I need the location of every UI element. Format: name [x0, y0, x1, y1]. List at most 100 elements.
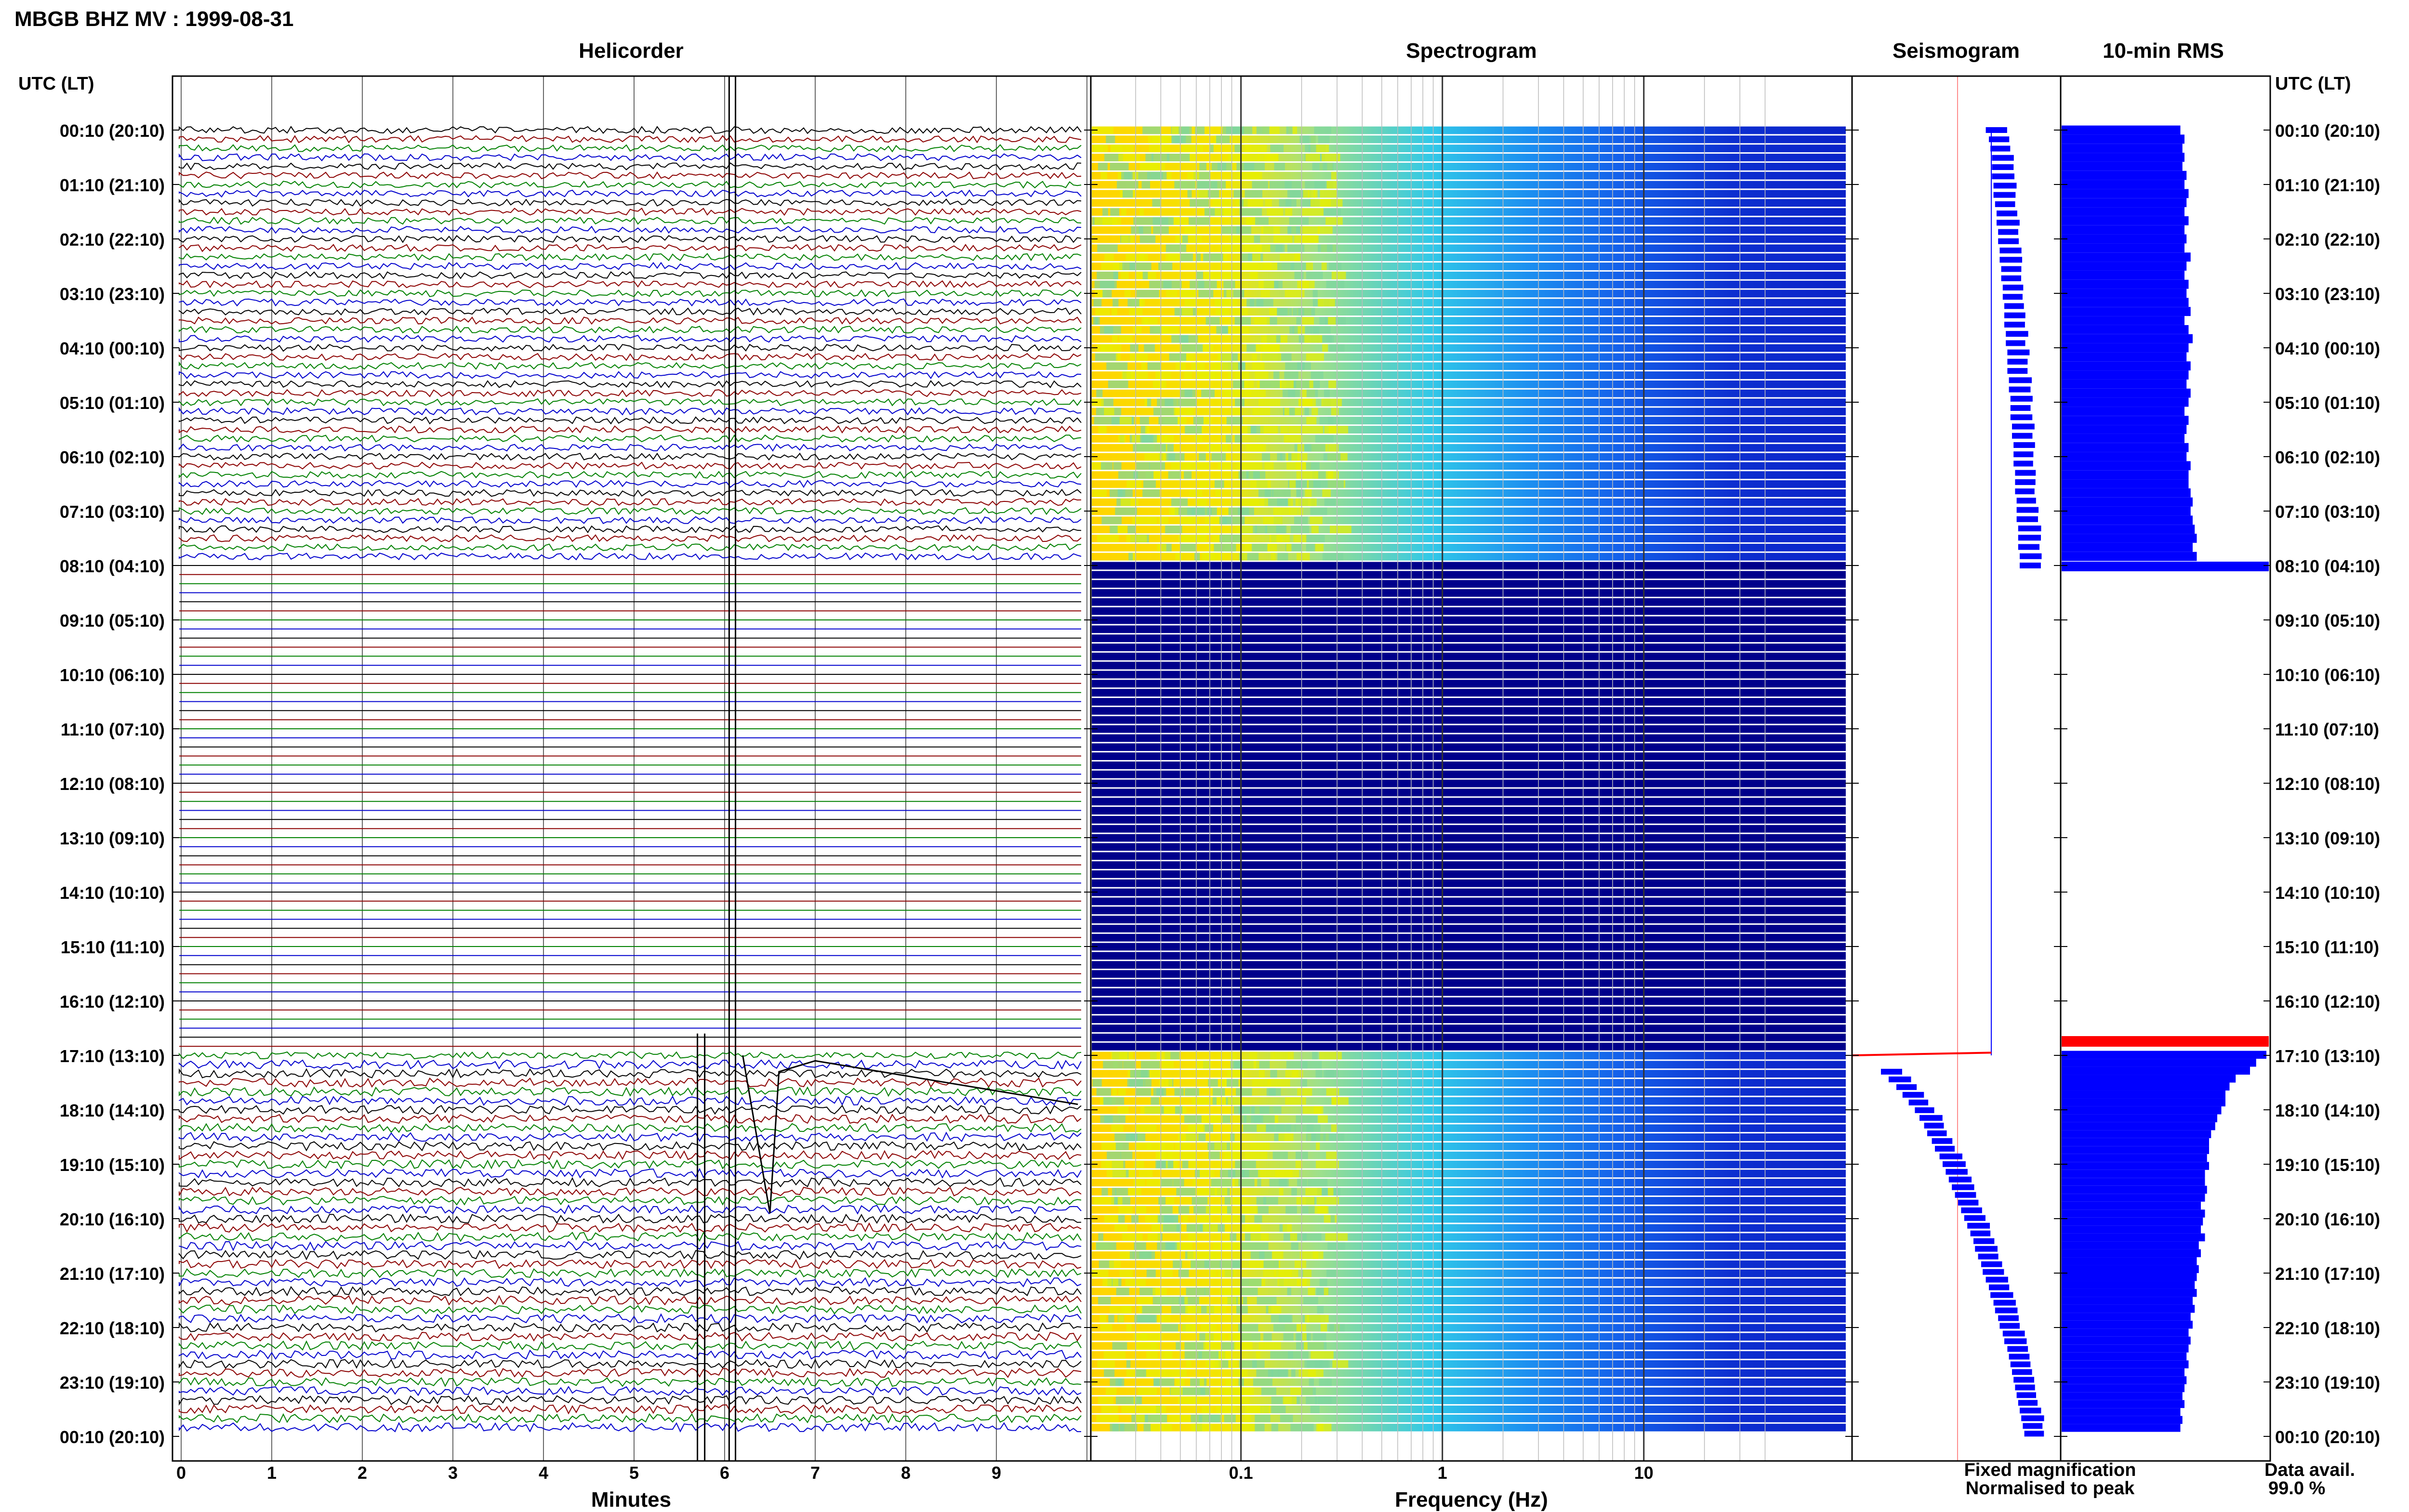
spectrogram-row	[1092, 1142, 1846, 1150]
spectrogram-cell	[1250, 1251, 1272, 1259]
seismogram-envelope	[2006, 331, 2028, 337]
spectrogram-cell	[1255, 217, 1269, 225]
minute-tick-label: 5	[629, 1463, 639, 1483]
spectrogram-row	[1092, 825, 1846, 833]
spectrogram-row	[1092, 725, 1846, 733]
spectrogram-cell	[1316, 1423, 1332, 1432]
helicorder-trace	[179, 1367, 1082, 1378]
figure-title: MBGB BHZ MV : 1999-08-31	[14, 7, 293, 31]
seismogram-envelope	[1985, 127, 2007, 133]
spectrogram-cell	[1184, 226, 1198, 234]
spectrogram-cell	[1241, 552, 1247, 561]
rms-bar	[2062, 225, 2184, 235]
helicorder-trace	[179, 325, 1082, 334]
spectrogram-cell	[1227, 1206, 1231, 1214]
spectrogram-cell	[1314, 543, 1324, 552]
time-tick-label-right: 08:10 (04:10)	[2275, 556, 2380, 576]
spectrogram-cell	[1291, 1369, 1296, 1377]
spectrogram-cell	[1166, 154, 1190, 161]
spectrogram-cell	[1264, 462, 1274, 470]
spectrogram-cell	[1138, 226, 1143, 234]
spectrogram-cell	[1323, 480, 1344, 488]
seismogram-envelope	[1985, 1276, 2008, 1283]
spectrogram-cell	[1112, 263, 1123, 270]
spectrogram-cell	[1203, 1342, 1220, 1350]
spectrogram-cell	[1139, 235, 1156, 243]
spectrogram-cell	[1233, 380, 1244, 388]
minute-tick-label: 9	[992, 1463, 1001, 1483]
spectrogram-cell	[1250, 444, 1264, 452]
spectrogram-cell	[1297, 1088, 1312, 1096]
spectrogram-cell	[1131, 1215, 1138, 1223]
spectrogram-cell	[1207, 444, 1214, 452]
spectrogram-cell	[1249, 1260, 1257, 1268]
spectrogram-cell	[1118, 154, 1140, 161]
spectrogram-title: Spectrogram	[1406, 39, 1536, 63]
spectrogram-cell	[1306, 353, 1324, 361]
spectrogram-cell	[1109, 1260, 1121, 1268]
spectrogram-cell	[1224, 1196, 1231, 1205]
spectrogram-cell	[1318, 226, 1333, 234]
rms-bar	[2062, 1194, 2205, 1202]
rms-bar	[2062, 198, 2187, 208]
spectrogram-cell	[1297, 1179, 1308, 1187]
seismogram-envelope	[1993, 192, 2016, 198]
rms-bar	[2062, 425, 2187, 434]
spectrogram-cell	[1217, 1269, 1236, 1277]
spectrogram-cell	[1212, 1097, 1217, 1105]
spectrogram-cell	[1219, 535, 1242, 542]
spectrogram-cell	[1213, 1088, 1225, 1096]
rms-bar	[2062, 506, 2191, 516]
helicorder-trace	[179, 543, 1082, 552]
spectrogram-cell	[1263, 344, 1280, 352]
seismogram-envelope	[1939, 1153, 1962, 1159]
rms-bar	[2062, 1273, 2197, 1281]
rms-bar	[2062, 534, 2197, 543]
spectrogram-cell	[1228, 1360, 1237, 1368]
time-tick-label-left: 00:10 (20:10)	[60, 1427, 165, 1447]
helicorder-trace	[179, 1249, 1082, 1261]
spectrogram-cell	[1127, 299, 1139, 307]
rms-panel	[2062, 125, 2269, 1432]
spectrogram-cell	[1303, 1297, 1318, 1304]
spectrogram-row	[1092, 707, 1846, 715]
spectrogram-cell	[1305, 1315, 1309, 1323]
seismogram-envelope	[2020, 563, 2041, 568]
time-tick-label-right: 11:10 (07:10)	[2275, 720, 2379, 739]
spectrogram-cell	[1325, 217, 1343, 225]
spectrogram-cell	[1263, 1196, 1278, 1205]
spectrogram-cell	[1117, 1196, 1123, 1205]
spectrogram-cell	[1288, 426, 1301, 434]
spectrogram-cell	[1324, 1288, 1329, 1296]
spectrogram-cell	[1252, 362, 1265, 370]
spectrogram-cell	[1299, 1251, 1319, 1259]
spectrogram-cell	[1239, 1360, 1257, 1368]
spectrogram-cell	[1271, 1406, 1286, 1413]
spectrogram-cell	[1120, 1251, 1130, 1259]
seismogram-envelope	[1999, 257, 2023, 263]
spectrogram-cell	[1280, 453, 1285, 461]
spectrogram-cell	[1123, 190, 1133, 198]
spectrogram-cell	[1113, 271, 1118, 279]
seismogram-envelope	[1889, 1076, 1911, 1082]
spectrogram-cell	[1291, 1242, 1298, 1250]
spectrogram-cell	[1280, 426, 1288, 434]
seismogram-envelope	[2009, 1354, 2030, 1360]
spectrogram-row	[1092, 154, 1846, 161]
spectrogram-cell	[1215, 1188, 1228, 1196]
time-tick-label-left: 02:10 (22:10)	[60, 230, 165, 250]
helicorder-trace	[179, 353, 1082, 361]
spectrogram-row	[1092, 770, 1846, 778]
time-tick-labels-right: 00:10 (20:10) 01:10 (21:10) 02:10 (22:10) 0…	[2275, 121, 2380, 1447]
spectrogram-cell	[1293, 308, 1304, 316]
spectrogram-cell	[1110, 208, 1119, 216]
spectrogram-cell	[1096, 1088, 1112, 1096]
rms-bar	[2062, 180, 2184, 189]
spectrogram-cell	[1126, 535, 1147, 542]
helicorder-trace	[179, 298, 1082, 307]
spectrogram-cell	[1297, 444, 1304, 452]
spectrogram-row	[1092, 997, 1846, 1005]
spectrogram-cell	[1152, 199, 1161, 207]
time-tick-label-left: 18:10 (14:10)	[60, 1101, 165, 1120]
spectrogram-cell	[1254, 317, 1270, 325]
